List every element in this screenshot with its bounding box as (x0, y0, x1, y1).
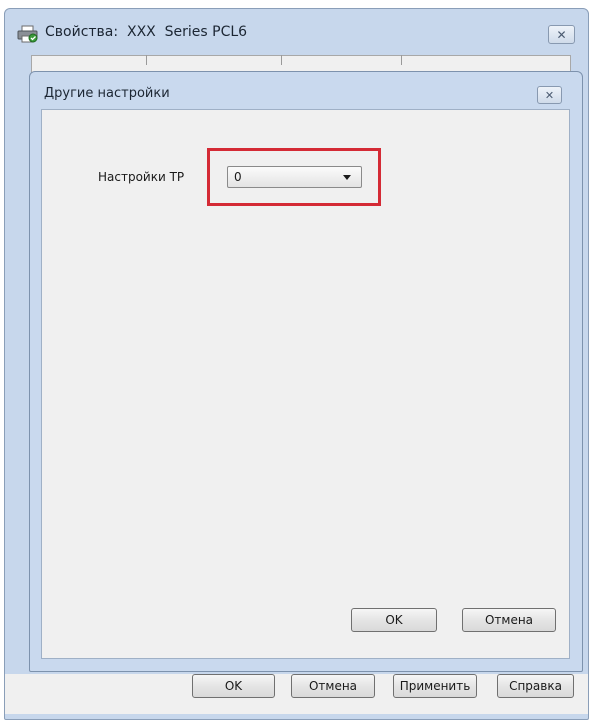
tab-divider (146, 55, 147, 65)
help-button[interactable]: Справка (497, 674, 574, 698)
tab-divider (281, 55, 282, 65)
close-icon: ✕ (556, 27, 567, 42)
other-settings-dialog: Другие настройки ✕ Настройки TP 0 OK Отм… (29, 71, 583, 672)
outer-button-bar: OK Отмена Применить Справка (5, 674, 588, 714)
outer-title-bar[interactable]: Свойства: XXX Series PCL6 ✕ (5, 9, 588, 53)
close-icon: ✕ (544, 88, 555, 102)
tp-settings-dropdown[interactable]: 0 (227, 166, 362, 188)
dropdown-value: 0 (234, 170, 242, 184)
outer-window-title: Свойства: XXX Series PCL6 (45, 24, 248, 40)
outer-close-button[interactable]: ✕ (548, 25, 575, 44)
outer-cancel-button[interactable]: Отмена (291, 674, 375, 698)
dialog-client-area: Настройки TP 0 OK Отмена (41, 109, 570, 659)
apply-button[interactable]: Применить (393, 674, 477, 698)
dialog-title: Другие настройки (44, 86, 170, 101)
tab-divider (401, 55, 402, 65)
dialog-close-button[interactable]: ✕ (537, 86, 562, 104)
printer-properties-window: Свойства: XXX Series PCL6 ✕ OK Отмена Пр… (4, 8, 589, 720)
outer-ok-button[interactable]: OK (192, 674, 275, 698)
dialog-cancel-button[interactable]: Отмена (462, 608, 556, 632)
dialog-ok-button[interactable]: OK (351, 608, 437, 632)
printer-icon (17, 25, 39, 43)
chevron-down-icon[interactable] (343, 175, 351, 180)
tp-settings-label: Настройки TP (98, 170, 185, 184)
